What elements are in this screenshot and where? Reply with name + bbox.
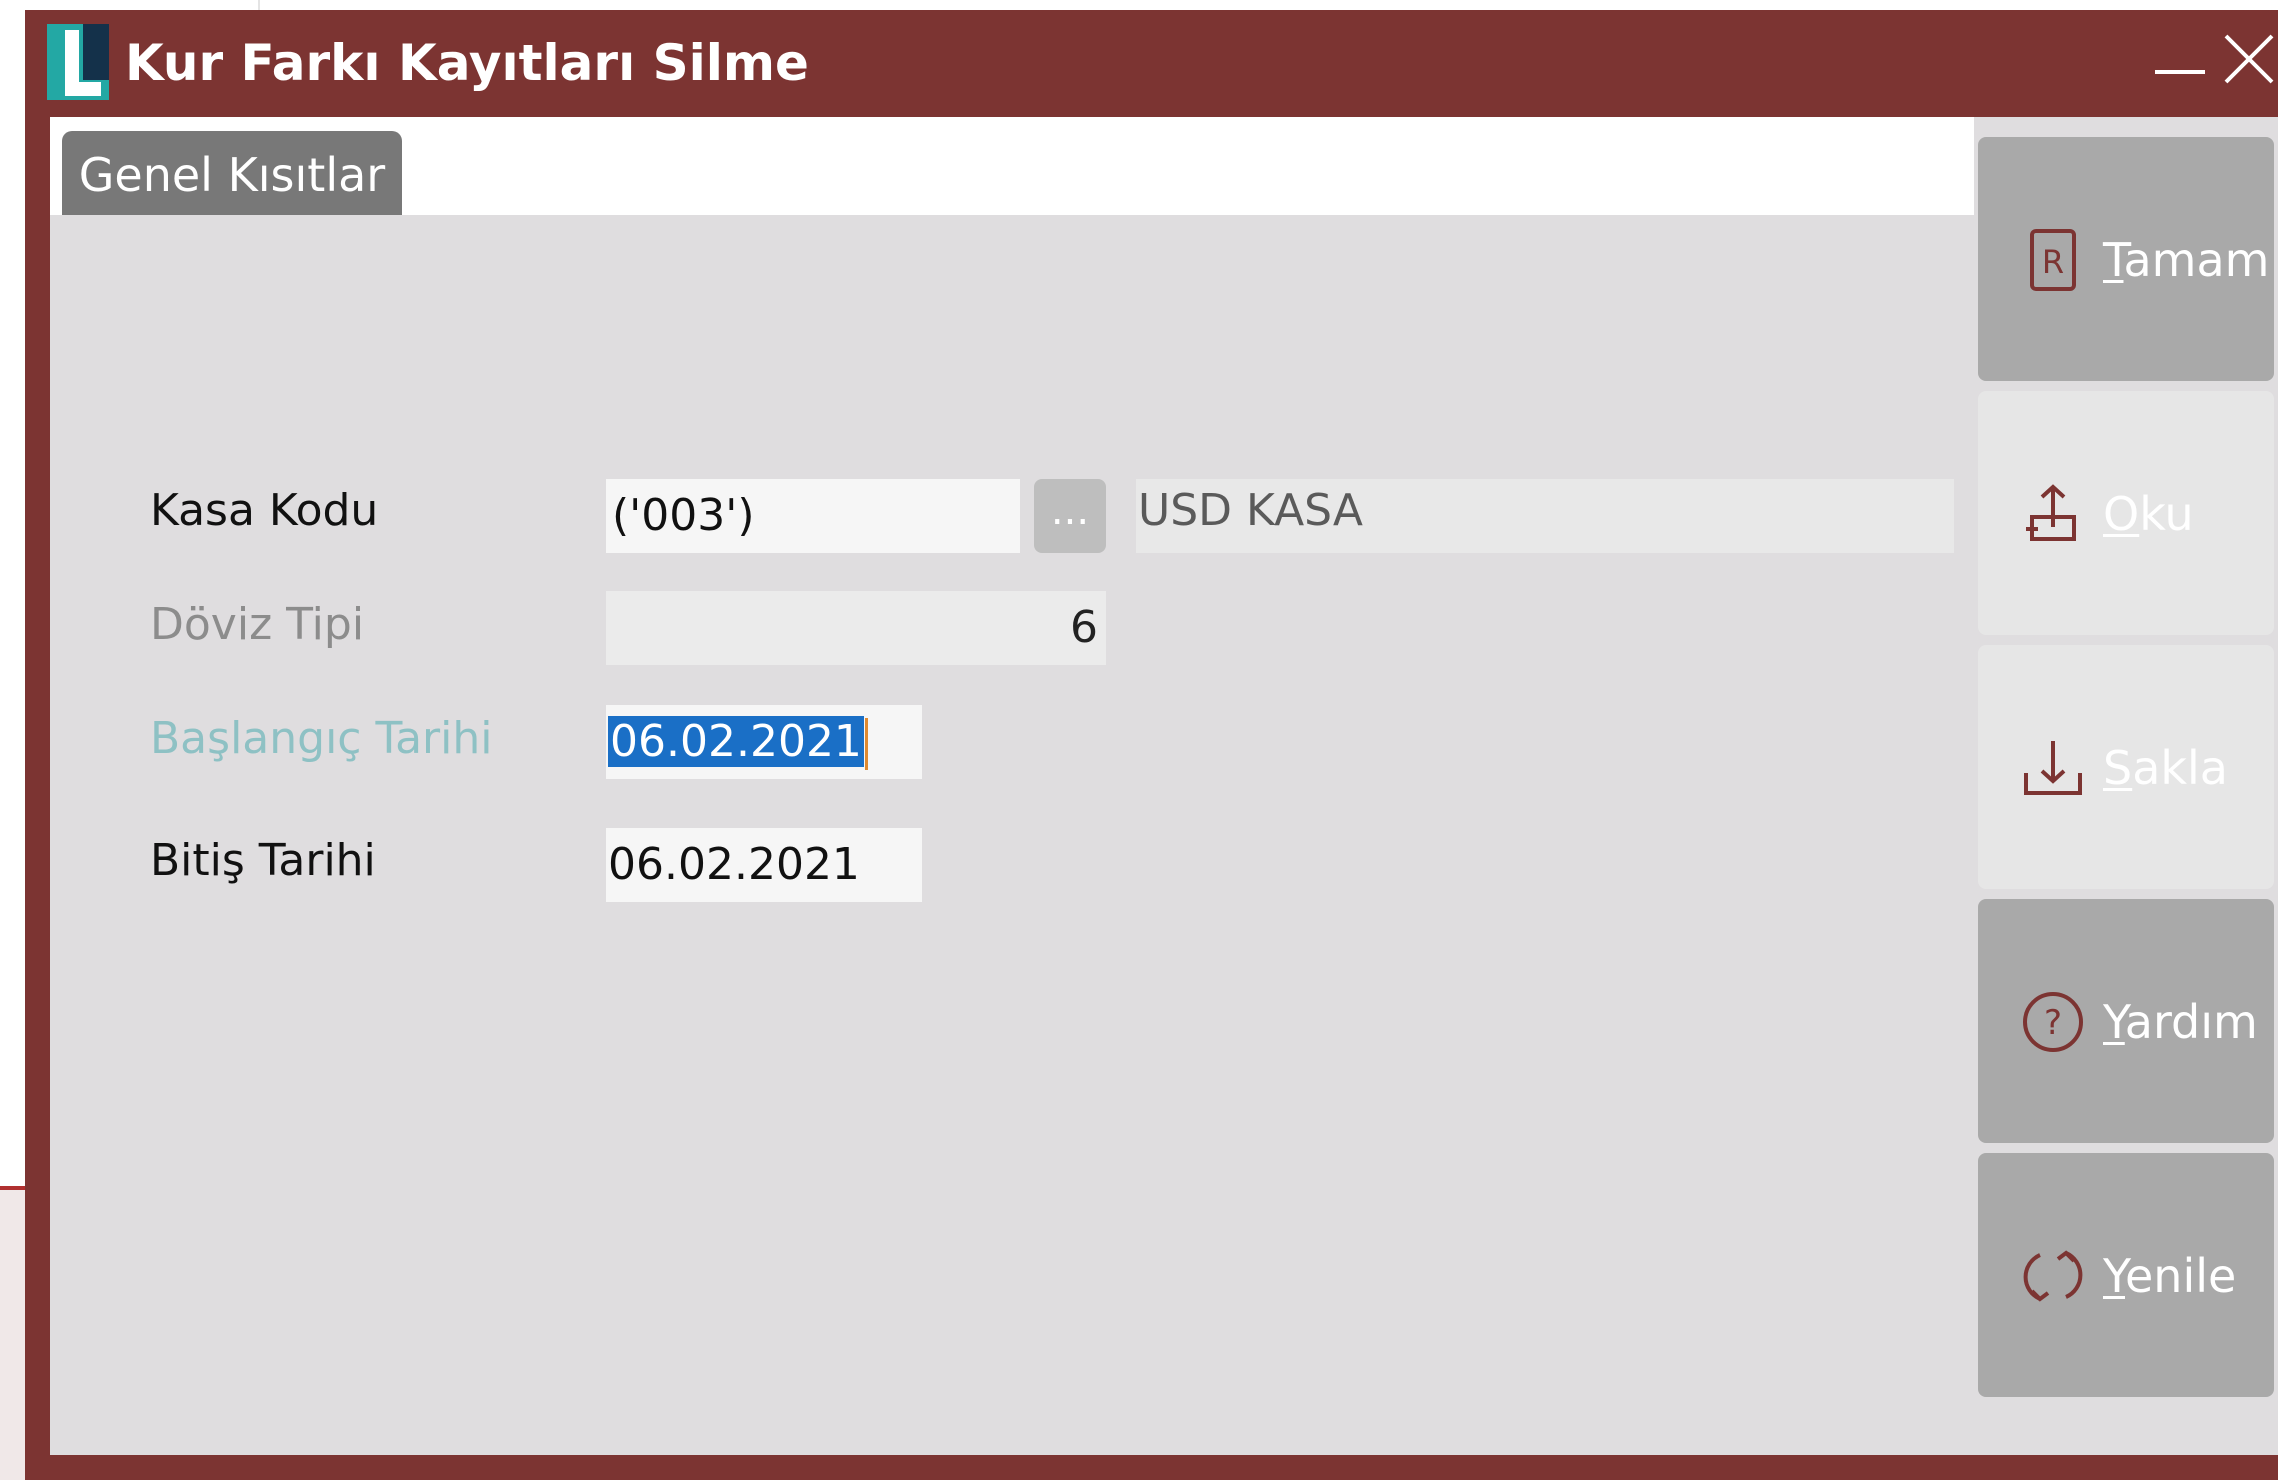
selected-text: 06.02.2021 [608,716,864,767]
kasa-kodu-input[interactable]: ('003') [606,479,1020,553]
oku-label: Oku [2103,487,2194,541]
app-logo-icon [47,24,109,100]
tab-genel-kisitlar[interactable]: Genel Kısıtlar [62,131,402,221]
yenile-label: Yenile [2103,1249,2237,1303]
kasa-kodu-lookup-button[interactable]: ... [1034,479,1106,553]
tamam-label: Tamam [2103,233,2270,287]
dialog-window: Kur Farkı Kayıtları Silme Genel Kısıtlar… [25,10,2278,1480]
upload-icon [2026,484,2076,541]
bitis-tarihi-label: Bitiş Tarihi [150,835,376,886]
close-icon[interactable] [2220,30,2278,88]
tamam-button[interactable]: R Tamam [1978,137,2274,381]
baslangic-tarihi-input[interactable]: 06.02.2021 [606,705,922,779]
kasa-kodu-label: Kasa Kodu [150,485,379,536]
oku-button[interactable]: Oku [1978,391,2274,635]
download-icon [2024,741,2082,795]
doviz-tipi-label: Döviz Tipi [150,599,365,650]
dialog-client-area: Genel Kısıtlar Kasa Kodu ('003') ... USD… [50,117,2278,1455]
doviz-tipi-field: 6 [606,591,1106,665]
minimize-icon[interactable] [2155,70,2205,74]
title-bar[interactable]: Kur Farkı Kayıtları Silme [25,10,2278,116]
sakla-label: Sakla [2103,741,2228,795]
yardim-button[interactable]: ? Yardım [1978,899,2274,1143]
help-icon: ? [2023,992,2083,1052]
tab-strip: Genel Kısıtlar [50,117,1974,221]
window-title: Kur Farkı Kayıtları Silme [125,34,809,92]
sakla-button[interactable]: Sakla [1978,645,2274,889]
svg-text:?: ? [2044,1003,2062,1043]
text-caret [864,718,868,770]
bitis-tarihi-input[interactable]: 06.02.2021 [606,828,922,902]
kasa-description-field: USD KASA [1136,479,1954,553]
report-icon: R [2030,229,2076,291]
svg-text:R: R [2042,243,2064,281]
restrictions-form: Kasa Kodu ('003') ... USD KASA Döviz Tip… [50,215,1974,1455]
yardim-label: Yardım [2103,995,2258,1049]
refresh-icon [2023,1250,2083,1302]
baslangic-tarihi-label: Başlangıç Tarihi [150,713,493,764]
yenile-button[interactable]: Yenile [1978,1153,2274,1397]
